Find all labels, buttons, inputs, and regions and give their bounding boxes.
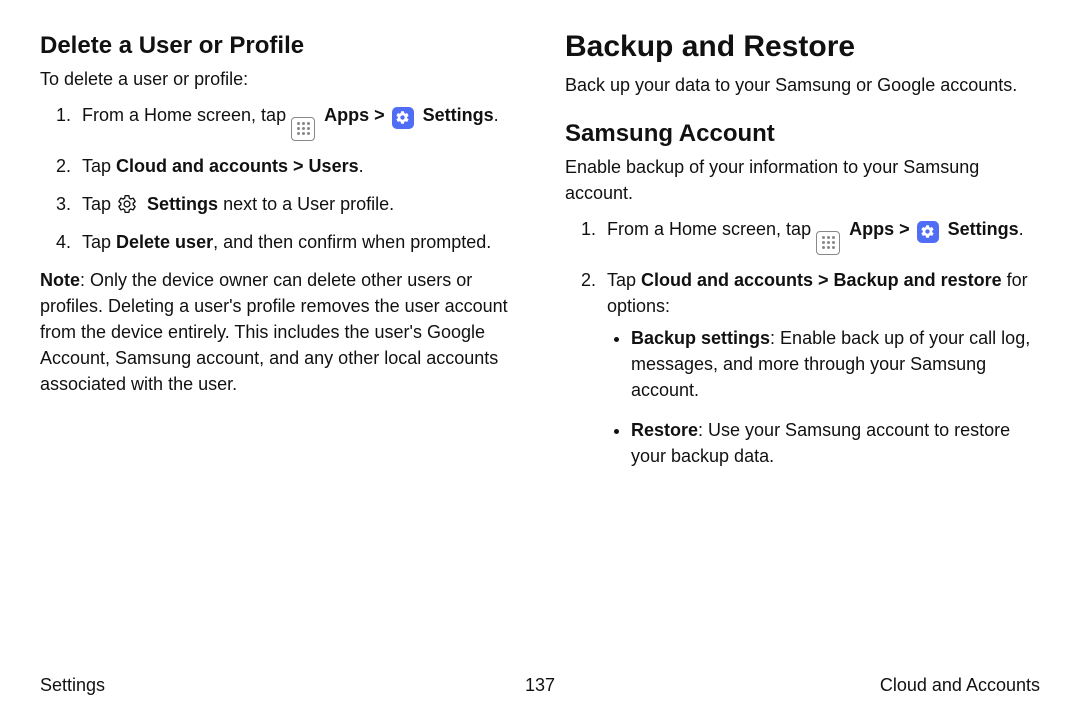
note-body: : Only the device owner can delete other… [40,270,508,394]
step-text: Tap [82,156,116,176]
apps-icon [291,117,319,141]
heading-samsung-account: Samsung Account [565,120,1040,148]
apps-label: Apps [324,105,369,125]
right-column: Backup and Restore Back up your data to … [565,30,1040,660]
settings-icon [390,107,418,129]
chevron-right-icon: > [899,219,915,239]
option-label: Restore [631,420,698,440]
step-text: From a Home screen, tap [607,219,816,239]
step-text: Tap [607,270,641,290]
option-restore: Restore: Use your Samsung account to res… [631,417,1040,469]
step-end: . [359,156,364,176]
note-paragraph: Note: Only the device owner can delete o… [40,267,515,397]
note-label: Note [40,270,80,290]
step-end: . [494,105,499,125]
step-end: . [1019,219,1024,239]
heading-delete-user: Delete a User or Profile [40,32,515,60]
settings-label: Settings [423,105,494,125]
step-2: Tap Cloud and accounts > Users. [76,153,515,179]
manual-page: Delete a User or Profile To delete a use… [0,0,1080,720]
step-2: Tap Cloud and accounts > Backup and rest… [601,267,1040,470]
step-post: next to a User profile. [218,194,394,214]
step-bold: Cloud and accounts > Backup and restore [641,270,1002,290]
chevron-right-icon: > [374,105,390,125]
step-text: Tap [82,232,116,252]
heading-backup-restore: Backup and Restore [565,30,1040,64]
options-list: Backup settings: Enable back up of your … [631,325,1040,469]
apps-icon [816,231,844,255]
left-column: Delete a User or Profile To delete a use… [40,30,515,660]
apps-label: Apps [849,219,894,239]
step-3: Tap Settings next to a User profile. [76,191,515,217]
intro-delete-user: To delete a user or profile: [40,66,515,92]
intro-samsung-account: Enable backup of your information to you… [565,154,1040,206]
footer-left: Settings [40,675,105,696]
steps-delete-user: From a Home screen, tap Apps > Settings.… [40,102,515,255]
option-backup-settings: Backup settings: Enable back up of your … [631,325,1040,403]
footer-right: Cloud and Accounts [880,675,1040,696]
footer-page-number: 137 [525,675,555,696]
step-1: From a Home screen, tap Apps > Settings. [601,216,1040,255]
settings-label: Settings [948,219,1019,239]
step-text: Tap [82,194,116,214]
step-bold: Cloud and accounts > Users [116,156,359,176]
intro-backup-restore: Back up your data to your Samsung or Goo… [565,72,1040,98]
settings-icon [915,221,943,243]
step-text: From a Home screen, tap [82,105,291,125]
settings-label: Settings [147,194,218,214]
step-bold: Delete user [116,232,213,252]
steps-samsung-account: From a Home screen, tap Apps > Settings.… [565,216,1040,469]
page-footer: Settings 137 Cloud and Accounts [40,675,1040,696]
option-label: Backup settings [631,328,770,348]
step-post: , and then confirm when prompted. [213,232,491,252]
step-4: Tap Delete user, and then confirm when p… [76,229,515,255]
step-1: From a Home screen, tap Apps > Settings. [76,102,515,141]
settings-outline-icon [116,193,138,215]
